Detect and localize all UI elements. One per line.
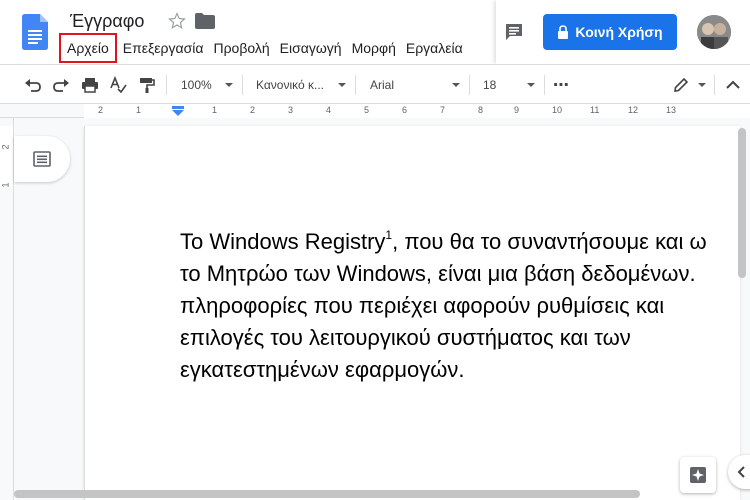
ruler-number: 2	[98, 105, 104, 115]
undo-icon	[25, 79, 41, 92]
ruler-number: 8	[478, 105, 484, 115]
ruler-number: 2	[250, 105, 256, 115]
ruler-number: 13	[666, 105, 677, 115]
ruler-number: 4	[326, 105, 332, 115]
menu-edit[interactable]: Επεξεργασία	[118, 36, 209, 60]
zoom-value: 100%	[181, 78, 212, 92]
horizontal-scrollbar[interactable]	[14, 490, 640, 498]
menu-tools[interactable]: Εργαλεία	[401, 36, 468, 60]
chevron-down-icon	[452, 83, 460, 87]
toolbar-separator	[544, 75, 545, 95]
avatar-image-icon	[697, 15, 731, 49]
text-line: εγκατεστημένων εφαρμογών.	[180, 357, 465, 382]
text-line-rest: , που θα το συναντήσουμε και ω	[392, 229, 707, 254]
spellcheck-icon	[110, 76, 127, 94]
ruler-number: 1	[212, 105, 218, 115]
text-line: πληροφορίες που περιέχει αφορούν ρυθμίσε…	[180, 293, 665, 318]
outline-list-icon	[33, 151, 51, 167]
docs-header: Έγγραφο Αρχείο Επεξεργασία Προβολή Εισαγ…	[0, 0, 750, 64]
document-outline-button[interactable]	[14, 136, 70, 182]
zoom-select[interactable]: 100%	[181, 75, 233, 95]
font-select[interactable]: Arial	[370, 75, 460, 95]
font-value: Arial	[370, 78, 395, 92]
chevron-down-icon	[225, 83, 233, 87]
chevron-left-icon	[737, 466, 745, 478]
formatting-toolbar: 100% Κανονικό κ... Arial 18 ⋯	[0, 64, 750, 104]
text-line: επιλογές του λειτουργικού συστήματος και…	[180, 325, 631, 350]
document-page[interactable]: Το Windows Registry1, που θα το συναντήσ…	[84, 126, 740, 500]
ruler-number: 7	[440, 105, 446, 115]
vertical-scrollbar[interactable]	[738, 128, 746, 278]
comment-history-icon[interactable]	[504, 22, 524, 42]
vruler-number: 2	[0, 144, 11, 150]
vruler-number: 1	[0, 182, 11, 188]
toolbar-separator	[166, 75, 167, 95]
print-icon	[82, 78, 98, 93]
vertical-ruler: 2 1	[0, 118, 14, 500]
pencil-icon	[674, 77, 689, 92]
redo-button[interactable]	[52, 75, 70, 95]
paint-format-button[interactable]	[138, 75, 156, 95]
paint-format-icon	[140, 78, 155, 93]
spellcheck-button[interactable]	[109, 75, 127, 95]
explore-button[interactable]	[680, 457, 716, 493]
undo-button[interactable]	[24, 75, 42, 95]
indent-marker-icon[interactable]	[172, 106, 184, 116]
share-button[interactable]: Κοινή Χρήση	[543, 14, 677, 50]
toolbar-separator	[469, 75, 470, 95]
editing-mode-button[interactable]	[672, 75, 706, 95]
toolbar-separator	[714, 75, 715, 95]
font-size-value: 18	[483, 78, 497, 92]
paragraph-style-select[interactable]: Κανονικό κ...	[256, 75, 346, 95]
menu-format[interactable]: Μορφή	[347, 36, 401, 60]
document-title[interactable]: Έγγραφο	[70, 11, 144, 32]
toolbar-separator	[242, 75, 243, 95]
star-icon[interactable]	[168, 12, 186, 30]
docs-logo-icon[interactable]	[22, 14, 48, 50]
chevron-down-icon	[338, 83, 346, 87]
menu-file[interactable]: Αρχείο	[59, 33, 117, 63]
print-button[interactable]	[81, 75, 99, 95]
ruler-number: 6	[402, 105, 408, 115]
move-folder-icon[interactable]	[195, 13, 215, 29]
avatar[interactable]	[697, 15, 731, 49]
menu-view[interactable]: Προβολή	[208, 36, 274, 60]
font-size-select[interactable]: 18	[483, 75, 535, 95]
paragraph-style-value: Κανονικό κ...	[256, 78, 324, 92]
text-line: το Μητρώο των Windows, είναι μια βάση δε…	[180, 261, 696, 286]
ruler-number: 1	[136, 105, 142, 115]
ruler-number: 11	[590, 105, 600, 115]
ruler-number: 3	[288, 105, 294, 115]
vertical-ruler-margin	[0, 126, 13, 186]
ruler-number: 12	[628, 105, 639, 115]
menubar: Αρχείο Επεξεργασία Προβολή Εισαγωγή Μορφ…	[59, 33, 468, 63]
share-button-label: Κοινή Χρήση	[575, 24, 663, 40]
chevron-down-icon	[698, 83, 706, 87]
ruler-number: 5	[364, 105, 370, 115]
chevron-up-icon	[726, 80, 740, 89]
more-button[interactable]: ⋯	[553, 75, 569, 95]
lock-icon	[558, 25, 569, 39]
redo-icon	[53, 79, 69, 92]
document-body[interactable]: Το Windows Registry1, που θα το συναντήσ…	[180, 226, 740, 386]
text-line: Το Windows Registry1, που θα το συναντήσ…	[180, 226, 740, 258]
horizontal-ruler: 2 1 1 2 3 4 5 6 7 8 9 10 11 12 13	[0, 104, 750, 118]
text-line-start: Το Windows Registry	[180, 229, 386, 254]
ruler-number: 9	[514, 105, 520, 115]
chevron-down-icon	[527, 83, 535, 87]
menu-insert[interactable]: Εισαγωγή	[275, 36, 347, 60]
toolbar-separator	[355, 75, 356, 95]
header-actions: Κοινή Χρήση	[496, 0, 750, 64]
ruler-number: 10	[552, 105, 563, 115]
explore-sparkle-icon	[690, 467, 706, 483]
hide-menus-button[interactable]	[724, 75, 742, 95]
